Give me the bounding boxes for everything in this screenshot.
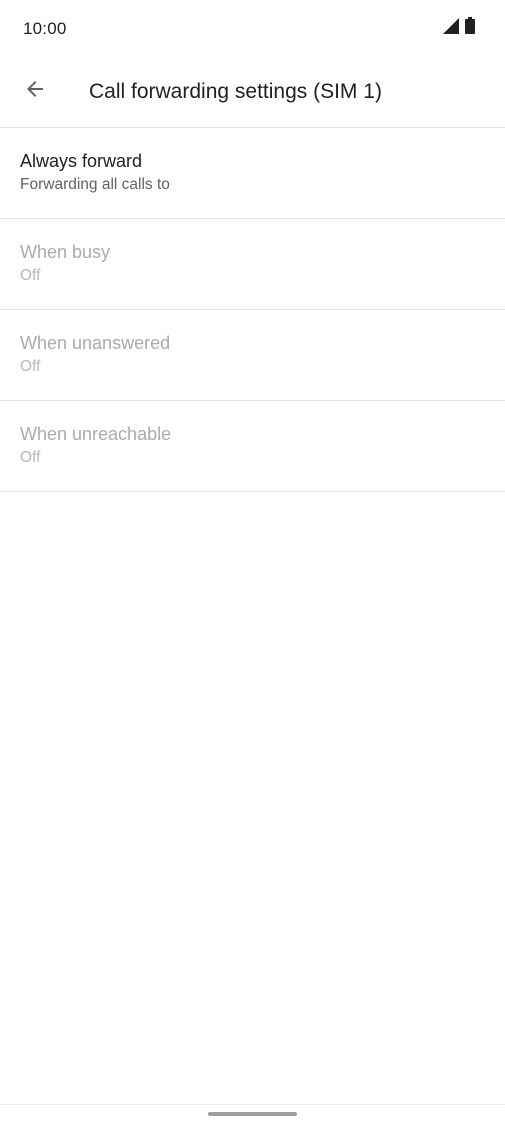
bottom-divider [0,1104,505,1105]
gesture-nav-handle[interactable] [208,1112,297,1116]
arrow-left-icon [23,77,47,106]
item-title: When unanswered [20,333,171,353]
item-title: When unreachable [20,424,172,444]
back-button[interactable] [14,70,56,112]
item-title: Always forward [20,151,143,171]
signal-icon [443,17,459,39]
status-time: 10:00 [23,19,67,38]
status-bar: 10:00 [0,0,505,56]
app-bar: Call forwarding settings (SIM 1) [0,56,505,128]
battery-icon [465,17,475,39]
list-item-when-busy[interactable]: When busy Off [0,219,505,310]
page-title: Call forwarding settings (SIM 1) [89,80,382,103]
list-item-always-forward[interactable]: Always forward Forwarding all calls to [0,128,505,219]
item-title: When busy [20,242,111,262]
item-summary: Off [20,449,41,466]
call-forwarding-list: Always forward Forwarding all calls to W… [0,128,505,492]
list-item-when-unreachable[interactable]: When unreachable Off [0,401,505,492]
item-summary: Off [20,267,41,284]
list-item-when-unanswered[interactable]: When unanswered Off [0,310,505,401]
item-summary: Forwarding all calls to [20,176,170,193]
status-icons [443,17,475,39]
item-summary: Off [20,358,41,375]
